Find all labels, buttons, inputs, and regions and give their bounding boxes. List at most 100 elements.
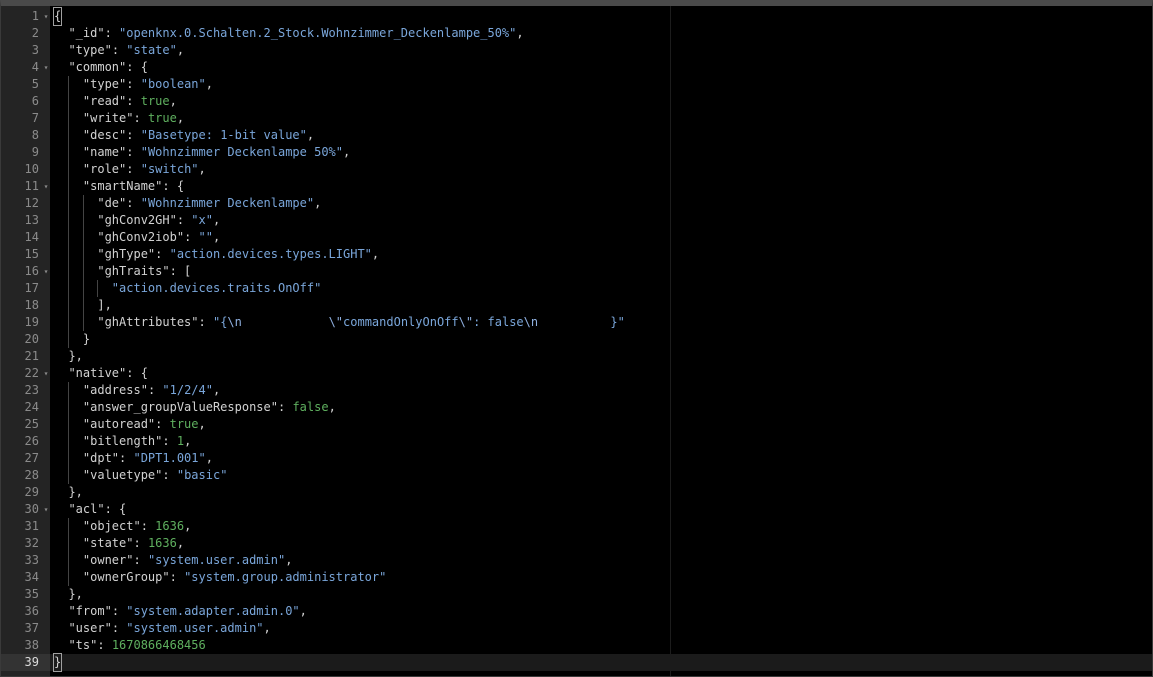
- line-number: 18: [24, 298, 39, 312]
- code-line[interactable]: 15 "ghType": "action.devices.types.LIGHT…: [1, 246, 1152, 263]
- fold-toggle-icon[interactable]: ▾: [42, 178, 50, 195]
- code-line[interactable]: 11 ▾ "smartName": {: [1, 178, 1152, 195]
- line-number: 15: [24, 247, 39, 261]
- token-punc: :: [147, 383, 163, 397]
- token-num: 1670866468456: [111, 638, 206, 652]
- token-key: "write": [82, 111, 134, 125]
- code-line[interactable]: 1 ▾{: [1, 7, 1152, 26]
- line-number: 17: [24, 281, 39, 295]
- token-key: "type": [82, 77, 127, 91]
- token-punc: ],: [97, 298, 112, 312]
- code-line[interactable]: 20 }: [1, 331, 1152, 348]
- code-line[interactable]: 35 },: [1, 586, 1152, 603]
- code-line[interactable]: 30 ▾ "acl": {: [1, 501, 1152, 518]
- code-line[interactable]: 4 ▾ "common": {: [1, 59, 1152, 76]
- code-line[interactable]: 37 "user": "system.user.admin",: [1, 620, 1152, 637]
- json-editor[interactable]: 1 ▾{2 "_id": "openknx.0.Schalten.2_Stock.…: [0, 0, 1153, 677]
- token-esc: \n: [523, 315, 539, 329]
- code-line[interactable]: 10 "role": "switch",: [1, 161, 1152, 178]
- code-text: "role": "switch",: [54, 161, 206, 178]
- token-punc: }: [82, 332, 91, 346]
- token-str: "x": [191, 213, 213, 227]
- fold-toggle-icon[interactable]: ▾: [42, 8, 50, 25]
- token-punc: },: [68, 485, 83, 499]
- line-number: 25: [24, 417, 39, 431]
- token-punc: :: [155, 247, 170, 261]
- code-area[interactable]: 1 ▾{2 "_id": "openknx.0.Schalten.2_Stock.…: [1, 7, 1152, 672]
- code-line[interactable]: 14 "ghConv2iob": "",: [1, 229, 1152, 246]
- token-key: "user": [68, 621, 112, 635]
- token-punc: :: [162, 434, 177, 448]
- code-text: "desc": "Basetype: 1-bit value",: [54, 127, 314, 144]
- token-key: "type": [68, 43, 112, 57]
- code-line[interactable]: 7 "write": true,: [1, 110, 1152, 127]
- token-punc: :: [140, 519, 156, 533]
- token-str: "": [198, 230, 213, 244]
- line-number: 34: [24, 570, 39, 584]
- code-line[interactable]: 33 "owner": "system.user.admin",: [1, 552, 1152, 569]
- token-esc: \": [458, 315, 474, 329]
- line-number: 9: [31, 145, 39, 159]
- token-key: "de": [97, 196, 127, 210]
- code-line[interactable]: 29 },: [1, 484, 1152, 501]
- code-line[interactable]: 32 "state": 1636,: [1, 535, 1152, 552]
- code-line[interactable]: 17 "action.devices.traits.OnOff": [1, 280, 1152, 297]
- code-line[interactable]: 16 ▾ "ghTraits": [: [1, 263, 1152, 280]
- code-text: "native": {: [54, 365, 147, 382]
- token-num: 1: [176, 434, 185, 448]
- code-line[interactable]: 2 "_id": "openknx.0.Schalten.2_Stock.Woh…: [1, 25, 1152, 42]
- line-number: 3: [31, 43, 39, 57]
- token-key: "_id": [68, 26, 105, 40]
- code-line[interactable]: 8 "desc": "Basetype: 1-bit value",: [1, 127, 1152, 144]
- code-line[interactable]: 5 "type": "boolean",: [1, 76, 1152, 93]
- code-line[interactable]: 31 "object": 1636,: [1, 518, 1152, 535]
- code-line[interactable]: 22 ▾ "native": {: [1, 365, 1152, 382]
- fold-toggle-icon[interactable]: ▾: [42, 501, 50, 518]
- token-punc: ,: [184, 434, 192, 448]
- token-key: "ghType": [97, 247, 156, 261]
- code-line[interactable]: 19 "ghAttributes": "{\n \"commandOnlyOnO…: [1, 314, 1152, 331]
- code-line[interactable]: 9 "name": "Wohnzimmer Deckenlampe 50%",: [1, 144, 1152, 161]
- code-line[interactable]: 38 "ts": 1670866468456: [1, 637, 1152, 654]
- token-punc: ,: [212, 213, 221, 227]
- code-text: "common": {: [54, 59, 148, 76]
- code-line[interactable]: 13 "ghConv2GH": "x",: [1, 212, 1152, 229]
- token-punc: :: [111, 43, 127, 57]
- code-line[interactable]: 3 "type": "state",: [1, 42, 1152, 59]
- code-line[interactable]: 12 "de": "Wohnzimmer Deckenlampe",: [1, 195, 1152, 212]
- code-line[interactable]: 18 ],: [1, 297, 1152, 314]
- token-punc: :: [184, 230, 199, 244]
- code-line[interactable]: 25 "autoread": true,: [1, 416, 1152, 433]
- token-key: "address": [82, 383, 148, 397]
- fold-toggle-icon[interactable]: ▾: [42, 365, 50, 382]
- token-key: "answer_groupValueResponse": [82, 400, 278, 414]
- line-number: 36: [24, 604, 39, 618]
- token-punc: ,: [212, 383, 221, 397]
- code-line[interactable]: 21 },: [1, 348, 1152, 365]
- token-punc: ,: [516, 26, 524, 40]
- code-line[interactable]: 24 "answer_groupValueResponse": false,: [1, 399, 1152, 416]
- code-line[interactable]: 39}: [1, 653, 1152, 672]
- code-text: "type": "state",: [54, 42, 184, 59]
- token-key: "ts": [68, 638, 98, 652]
- code-line[interactable]: 26 "bitlength": 1,: [1, 433, 1152, 450]
- code-line[interactable]: 27 "dpt": "DPT1.001",: [1, 450, 1152, 467]
- line-number: 8: [31, 128, 39, 142]
- token-str: "action.devices.traits.OnOff": [111, 281, 322, 295]
- token-punc: :: [126, 128, 141, 142]
- token-punc: : {: [126, 60, 148, 74]
- code-line[interactable]: 6 "read": true,: [1, 93, 1152, 110]
- code-line[interactable]: 23 "address": "1/2/4",: [1, 382, 1152, 399]
- code-line[interactable]: 36 "from": "system.adapter.admin.0",: [1, 603, 1152, 620]
- code-line[interactable]: 28 "valuetype": "basic": [1, 467, 1152, 484]
- fold-toggle-icon[interactable]: ▾: [42, 59, 50, 76]
- fold-toggle-icon[interactable]: ▾: [42, 263, 50, 280]
- code-line[interactable]: 34 "ownerGroup": "system.group.administr…: [1, 569, 1152, 586]
